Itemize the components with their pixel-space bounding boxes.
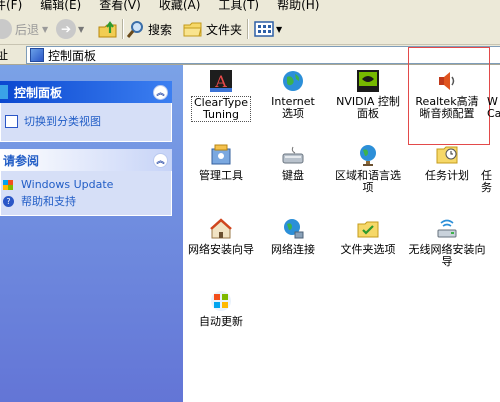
- control-panel-group-icon: [0, 85, 8, 99]
- partial-item-2-label: 任务: [481, 169, 492, 194]
- switch-view-icon: [5, 114, 18, 128]
- chevron-down-icon: ▼: [42, 24, 49, 34]
- scheduled-tasks-icon: [434, 143, 460, 167]
- wireless-setup-label: 无线网络安装向导: [408, 243, 486, 268]
- network-connections-label: 网络连接: [271, 243, 315, 256]
- menu-edit[interactable]: 编辑(E): [40, 0, 81, 11]
- windows-update-icon: [208, 289, 234, 313]
- menu-bar: 件(F) 编辑(E) 查看(V) 收藏(A) 工具(T) 帮助(H): [0, 0, 500, 14]
- keyboard-icon: [280, 143, 306, 167]
- nvidia-label: NVIDIA 控制面板: [336, 95, 400, 120]
- chevron-down-icon: ▼: [276, 24, 283, 34]
- scheduled-tasks-label: 任务计划: [425, 169, 469, 182]
- back-label: 后退: [15, 22, 40, 37]
- folders-button[interactable]: 文件夹: [183, 14, 242, 44]
- globe-regional-icon: [355, 143, 381, 167]
- collapse-chevron-icon[interactable]: ︽: [153, 152, 168, 168]
- toolbar: 后退 ▼ ➔ ▼ 搜索 文件夹 ▼: [0, 14, 500, 45]
- windows-update-link[interactable]: Windows Update: [1, 171, 171, 191]
- task-pane: 控制面板 ︽ 切换到分类视图 请参阅 ︽ Windows Update ? 帮助…: [0, 65, 183, 402]
- cleartype-icon: A: [208, 69, 234, 93]
- partial-item-2[interactable]: 任务: [479, 143, 500, 194]
- views-icon: [254, 21, 274, 37]
- network-connections-item[interactable]: 网络连接: [253, 217, 333, 256]
- forward-icon: ➔: [56, 19, 76, 39]
- partial-icon: [487, 69, 500, 93]
- network-setup-label: 网络安装向导: [188, 243, 254, 256]
- cleartype-item[interactable]: A ClearType Tuning: [181, 69, 261, 122]
- content-pane: A ClearType Tuning Internet 选项 NVIDIA 控制…: [181, 47, 500, 402]
- keyboard-label: 键盘: [282, 169, 304, 182]
- up-folder-icon: [98, 21, 117, 38]
- folder-options-icon: [355, 217, 381, 241]
- admin-tools-label: 管理工具: [199, 169, 243, 182]
- collapse-chevron-icon[interactable]: ︽: [153, 84, 168, 100]
- folder-options-label: 文件夹选项: [340, 243, 396, 256]
- back-icon: [0, 19, 12, 39]
- windows-logo-icon: [3, 179, 13, 190]
- search-label: 搜索: [148, 22, 173, 37]
- search-button[interactable]: 搜索: [127, 14, 172, 44]
- menu-help[interactable]: 帮助(H): [277, 0, 319, 11]
- automatic-updates-item[interactable]: 自动更新: [181, 289, 261, 328]
- folder-options-item[interactable]: 文件夹选项: [328, 217, 408, 256]
- address-label-partial: 址: [0, 48, 9, 62]
- views-button[interactable]: ▼: [254, 14, 282, 44]
- control-panel-group-body: 切换到分类视图: [0, 103, 172, 142]
- realtek-selection-box: [408, 47, 490, 145]
- menu-file[interactable]: 件(F): [0, 0, 22, 11]
- folder-icon: [183, 22, 202, 37]
- see-also-group-body: Windows Update ? 帮助和支持: [0, 171, 172, 216]
- partial-item-1[interactable]: W Ca: [479, 69, 500, 120]
- nvidia-item[interactable]: NVIDIA 控制面板: [328, 69, 408, 120]
- keyboard-item[interactable]: 键盘: [253, 143, 333, 182]
- regional-options-label: 区域和语言选项: [335, 169, 401, 194]
- internet-options-item[interactable]: Internet 选项: [253, 69, 333, 120]
- scheduled-tasks-item[interactable]: 任务计划: [407, 143, 487, 182]
- switch-view-label: 切换到分类视图: [24, 115, 101, 128]
- switch-view-link[interactable]: 切换到分类视图: [1, 103, 171, 129]
- menu-favorites[interactable]: 收藏(A): [159, 0, 201, 11]
- control-panel-small-icon: [30, 48, 44, 62]
- automatic-updates-label: 自动更新: [199, 315, 243, 328]
- partial-icon: [487, 143, 500, 167]
- toolbar-separator: [247, 19, 249, 39]
- up-folder-button[interactable]: [98, 14, 118, 44]
- see-also-group-title: 请参阅: [3, 153, 40, 168]
- cleartype-label: ClearType Tuning: [191, 96, 251, 122]
- network-setup-icon: [208, 217, 234, 241]
- admin-tools-item[interactable]: 管理工具: [181, 143, 261, 182]
- globe-icon: [280, 69, 306, 93]
- network-connections-icon: [280, 217, 306, 241]
- nvidia-icon: [355, 69, 381, 93]
- menu-view[interactable]: 查看(V): [99, 0, 141, 11]
- partial-item-1-label: W Ca: [487, 95, 500, 120]
- wireless-setup-icon: [434, 217, 460, 241]
- help-icon: ?: [3, 195, 14, 207]
- wireless-setup-item[interactable]: 无线网络安装向导: [407, 217, 487, 268]
- search-icon: [127, 21, 143, 38]
- network-setup-item[interactable]: 网络安装向导: [181, 217, 261, 256]
- admin-tools-icon: [208, 143, 234, 167]
- see-also-group-header[interactable]: 请参阅 ︽: [0, 149, 172, 171]
- folders-label: 文件夹: [206, 22, 243, 37]
- regional-options-item[interactable]: 区域和语言选项: [328, 143, 408, 194]
- see-also-task-group: 请参阅 ︽ Windows Update ? 帮助和支持: [0, 149, 172, 216]
- chevron-down-icon: ▼: [78, 24, 85, 34]
- forward-button[interactable]: ➔ ▼: [56, 14, 84, 44]
- windows-update-label: Windows Update: [21, 178, 114, 191]
- control-panel-group-title: 控制面板: [14, 85, 63, 100]
- internet-options-label: Internet 选项: [271, 95, 315, 120]
- toolbar-separator: [122, 19, 124, 39]
- address-text: 控制面板: [48, 48, 97, 63]
- control-panel-task-group: 控制面板 ︽ 切换到分类视图: [0, 81, 172, 142]
- help-support-label: 帮助和支持: [21, 195, 76, 208]
- back-button[interactable]: 后退 ▼: [0, 14, 48, 44]
- help-support-link[interactable]: ? 帮助和支持: [1, 191, 171, 209]
- menu-tools[interactable]: 工具(T): [218, 0, 259, 11]
- control-panel-group-header[interactable]: 控制面板 ︽: [0, 81, 172, 103]
